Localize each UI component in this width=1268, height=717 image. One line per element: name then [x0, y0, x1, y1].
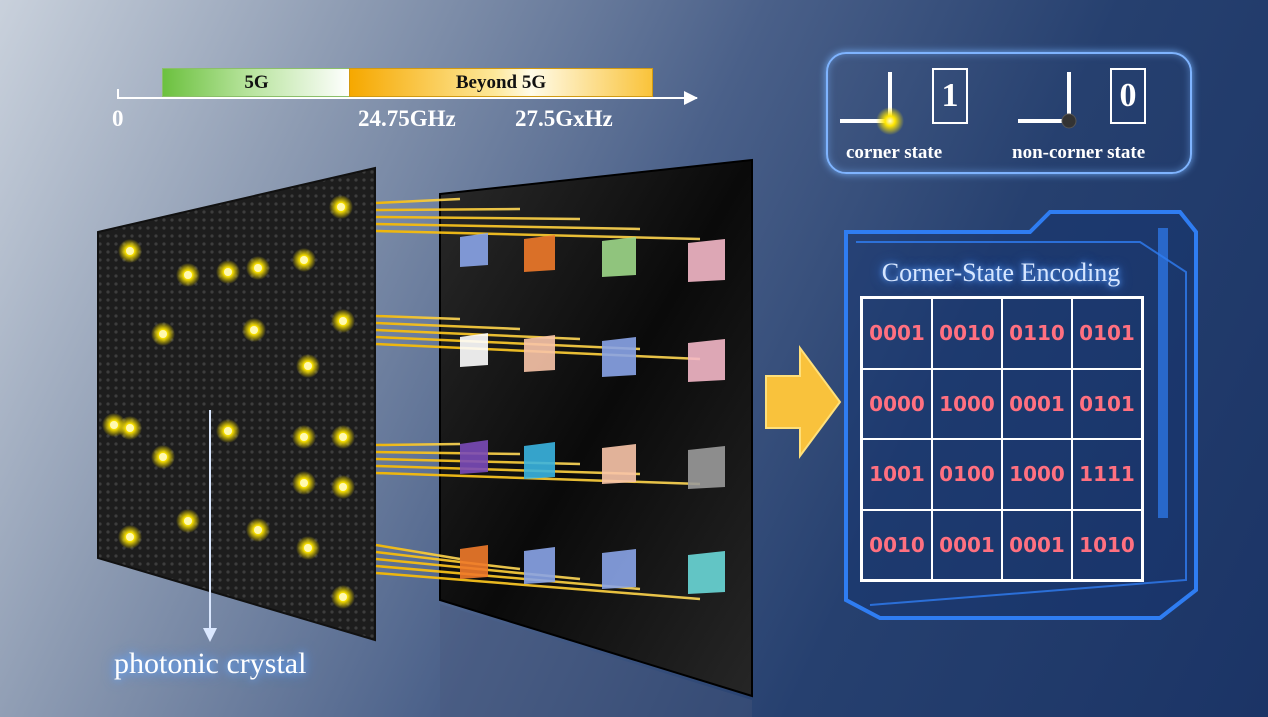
encoding-cell: 0010: [932, 298, 1002, 369]
encode-arrow: [765, 344, 842, 460]
mode-square: [688, 551, 725, 594]
encoding-cell: 0101: [1072, 368, 1142, 439]
encoding-cell: 1010: [1072, 509, 1142, 580]
encoding-cell: 1000: [932, 368, 1002, 439]
encoding-cell: 0110: [1002, 298, 1072, 369]
noncorner-bit-box: 0: [1110, 68, 1146, 124]
glow-dot-core: [339, 433, 347, 441]
state-legend: 1 corner state 0 non-corner state: [826, 52, 1192, 174]
glow-dot-core: [254, 264, 262, 272]
glow-dot-core: [126, 533, 134, 541]
glow-dot-core: [339, 483, 347, 491]
corner-state-label: corner state: [846, 142, 943, 163]
encoding-cell: 0100: [932, 439, 1002, 510]
glow-dot-core: [337, 203, 345, 211]
photonic-crystal-slab: [97, 166, 376, 642]
mode-square: [602, 237, 636, 277]
mode-square: [460, 545, 488, 579]
mode-square: [602, 337, 636, 377]
mode-square: [524, 442, 555, 479]
encoding-title: Corner-State Encoding: [881, 258, 1121, 287]
mode-square: [524, 235, 555, 272]
encoding-cell: 0010: [862, 509, 932, 580]
encoding-cell: 1001: [862, 439, 932, 510]
photonic-crystal-label: photonic crystal: [114, 647, 307, 680]
encoding-cell: 0001: [1002, 368, 1072, 439]
glow-dot-core: [304, 544, 312, 552]
mode-square: [524, 335, 555, 372]
glow-dot-core: [184, 271, 192, 279]
encoding-cell: 0001: [932, 509, 1002, 580]
glow-dot-core: [159, 330, 167, 338]
glow-dot-core: [254, 526, 262, 534]
glow-dot-core: [339, 317, 347, 325]
mode-square: [688, 239, 725, 282]
mode-square: [524, 547, 555, 584]
glow-dot-core: [159, 453, 167, 461]
noncorner-state-label: non-corner state: [1012, 142, 1146, 163]
glow-dot-core: [300, 479, 308, 487]
encoding-cell: 0000: [862, 368, 932, 439]
mode-square: [460, 233, 488, 267]
glow-dot-core: [110, 421, 118, 429]
mode-square: [688, 339, 725, 382]
glow-dot-core: [304, 362, 312, 370]
corner-bit-box: 1: [932, 68, 968, 124]
glow-dot-core: [126, 424, 134, 432]
mode-square: [460, 333, 488, 367]
glow-dot-core: [300, 256, 308, 264]
glow-dot-core: [339, 593, 347, 601]
encoding-table: 0001 0010 0110 0101 0000 1000 0001 0101 …: [860, 296, 1144, 582]
glow-dot-core: [126, 247, 134, 255]
glow-dot-core: [300, 433, 308, 441]
encoding-cell: 0001: [1002, 509, 1072, 580]
encoding-cell: 1000: [1002, 439, 1072, 510]
mode-square: [460, 440, 488, 474]
mode-square: [602, 444, 636, 484]
glow-dot-core: [224, 427, 232, 435]
light-beam: [375, 207, 521, 212]
encoding-cell: 0001: [862, 298, 932, 369]
glow-dot-core: [184, 517, 192, 525]
encoding-cell: 1111: [1072, 439, 1142, 510]
light-beam: [375, 442, 461, 447]
mode-square: [688, 446, 725, 489]
glow-dot-core: [224, 268, 232, 276]
mode-square: [602, 549, 636, 589]
encoding-cell: 0101: [1072, 298, 1142, 369]
glow-dot-core: [250, 326, 258, 334]
